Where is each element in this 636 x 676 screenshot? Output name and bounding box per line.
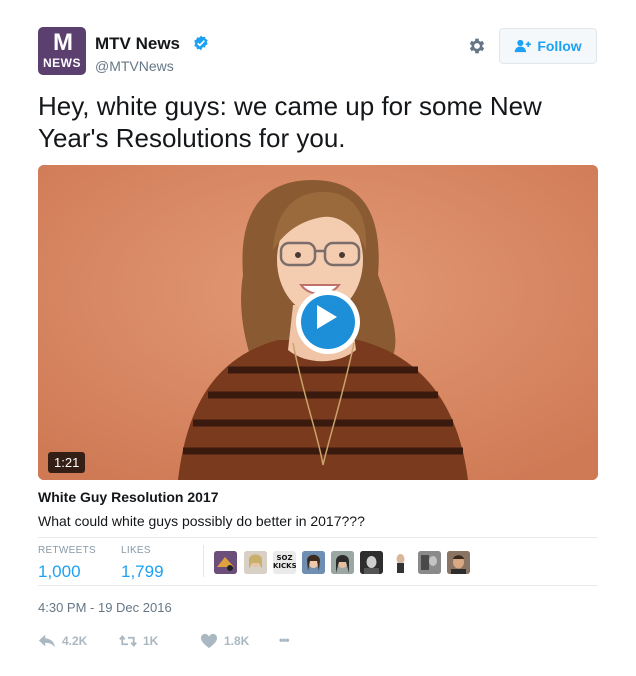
- play-icon: [317, 305, 337, 329]
- liker-avatar-3[interactable]: SOZ KICKS: [273, 551, 296, 574]
- retweet-count: 1K: [143, 634, 159, 648]
- more-actions-button[interactable]: •••: [279, 633, 290, 647]
- likes-stat[interactable]: LIKES 1,799: [121, 545, 164, 582]
- more-icon: •••: [279, 633, 290, 647]
- reply-action[interactable]: 4.2K: [38, 633, 87, 649]
- liker-avatar-6-image: [360, 551, 383, 574]
- add-user-icon: [515, 39, 532, 53]
- liker-avatar-5[interactable]: [331, 551, 354, 574]
- reply-count: 4.2K: [62, 634, 88, 648]
- liker-avatar-8-image: [418, 551, 441, 574]
- retweet-icon: [119, 635, 137, 647]
- liker-avatar-1-image: [214, 551, 237, 574]
- follow-button[interactable]: Follow: [499, 28, 597, 64]
- liker-avatar-9-image: [447, 551, 470, 574]
- liker-avatar-6[interactable]: [360, 551, 383, 574]
- reply-icon: [38, 634, 56, 648]
- liker-avatar-7-image: [389, 551, 412, 574]
- divider-bottom: [38, 585, 598, 586]
- liker-avatar-4-image: [302, 551, 325, 574]
- retweets-label: RETWEETS: [38, 545, 96, 556]
- retweets-stat[interactable]: RETWEETS 1,000: [38, 545, 96, 582]
- tweet-text: Hey, white guys: we came up for some New…: [38, 91, 542, 153]
- liker-avatar-7[interactable]: [389, 551, 412, 574]
- tweet-timestamp[interactable]: 4:30 PM - 19 Dec 2016: [38, 600, 172, 615]
- follow-button-label: Follow: [537, 38, 582, 54]
- like-action[interactable]: 1.8K: [200, 633, 249, 649]
- verified-badge-icon: [194, 35, 208, 51]
- avatar-logo-news: NEWS: [43, 56, 81, 70]
- heart-icon: [201, 633, 217, 649]
- liker-avatar-5-image: [331, 551, 354, 574]
- likes-count: 1,799: [121, 562, 164, 581]
- video-duration: 1:21: [48, 452, 86, 473]
- liker-avatar-2-image: [244, 551, 267, 574]
- liker-avatar-9[interactable]: [447, 551, 470, 574]
- likes-label: LIKES: [121, 545, 151, 556]
- video-player[interactable]: 1:21: [38, 165, 598, 480]
- like-count: 1.8K: [224, 634, 250, 648]
- retweets-count: 1,000: [38, 562, 81, 581]
- divider-top: [38, 537, 598, 538]
- play-button[interactable]: [296, 290, 360, 354]
- stats-separator: [203, 545, 204, 577]
- retweet-action[interactable]: 1K: [119, 633, 158, 649]
- gear-icon[interactable]: [467, 36, 487, 56]
- liker-avatar-3-text: SOZ KICKS: [273, 554, 296, 570]
- card-title[interactable]: White Guy Resolution 2017: [38, 489, 218, 505]
- account-name[interactable]: MTV News: [95, 34, 180, 54]
- card-description: What could white guys possibly do better…: [38, 513, 365, 529]
- liker-avatar-1[interactable]: [214, 551, 237, 574]
- avatar-logo-m: M: [53, 29, 73, 56]
- mtv-news-avatar[interactable]: M NEWS: [38, 27, 86, 75]
- account-handle[interactable]: @MTVNews: [95, 58, 174, 74]
- liker-avatar-2[interactable]: [244, 551, 267, 574]
- liker-avatar-8[interactable]: [418, 551, 441, 574]
- liker-avatar-4[interactable]: [302, 551, 325, 574]
